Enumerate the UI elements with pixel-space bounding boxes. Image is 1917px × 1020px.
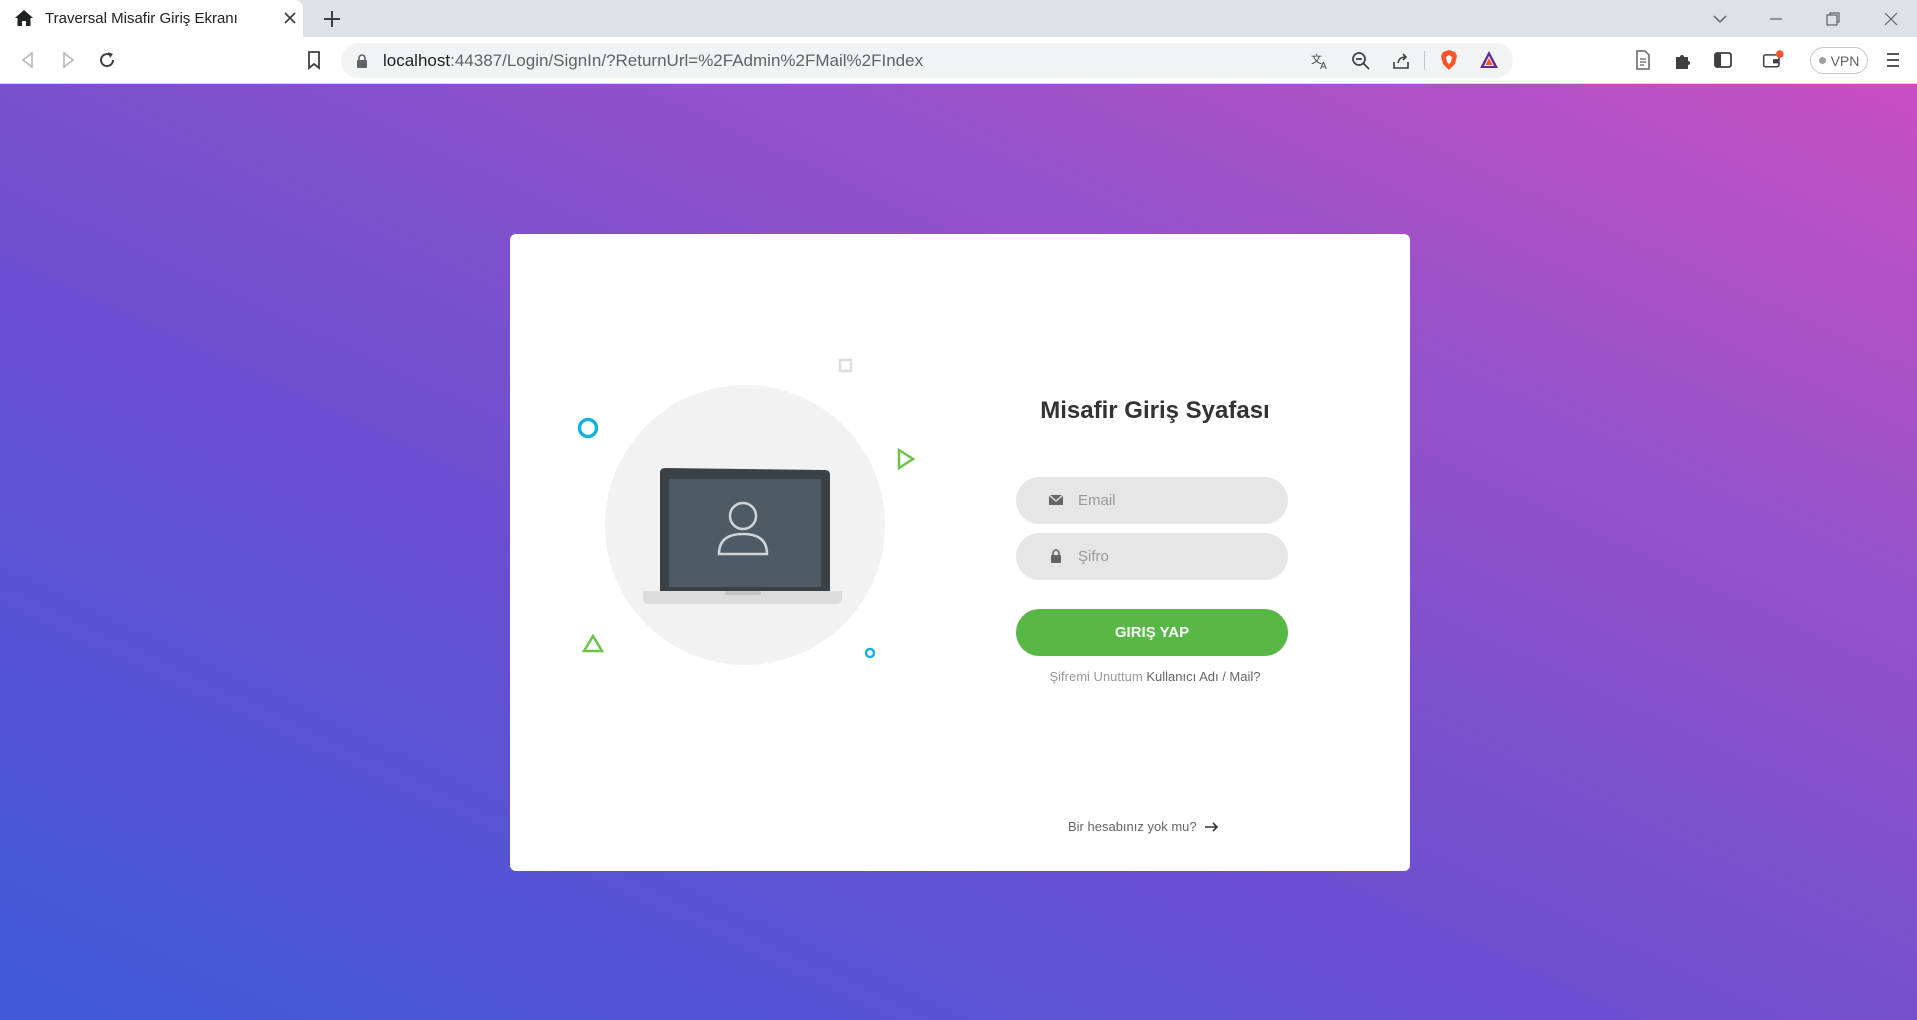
decor-ring-small (864, 647, 876, 659)
signup-label: Bir hesabınız yok mu? (1068, 819, 1197, 834)
sidebar-icon[interactable] (1712, 49, 1734, 71)
extensions-icon[interactable] (1672, 49, 1694, 71)
wallet-icon[interactable] (1762, 49, 1784, 71)
forgot-prefix: Şifremi Unuttum (1049, 669, 1143, 684)
signup-link[interactable]: Bir hesabınız yok mu? (1068, 819, 1219, 834)
brave-shields-icon[interactable] (1438, 49, 1460, 71)
url-text: localhost:44387/Login/SignIn/?ReturnUrl=… (383, 51, 924, 70)
restore-icon[interactable] (1822, 8, 1844, 30)
decor-triangle-right (897, 447, 916, 471)
vpn-label: VPN (1830, 52, 1860, 69)
decor-square (838, 358, 853, 373)
address-bar[interactable]: localhost:44387/Login/SignIn/?ReturnUrl=… (341, 43, 1513, 78)
menu-icon[interactable] (1882, 49, 1904, 71)
svg-text:A: A (1320, 61, 1327, 72)
decor-triangle-up (581, 633, 605, 653)
envelope-icon (1048, 494, 1064, 505)
email-field[interactable] (1016, 477, 1288, 524)
new-tab-icon[interactable] (321, 8, 343, 30)
arrow-right-icon (1204, 821, 1218, 832)
forgot-link[interactable]: Kullanıcı Adı / Mail? (1146, 669, 1260, 684)
login-button[interactable]: GIRIŞ YAP (1016, 609, 1288, 656)
vpn-button[interactable]: VPN (1810, 47, 1868, 74)
email-input[interactable] (1078, 477, 1278, 524)
forgot-credentials: Şifremi Unuttum Kullanıcı Adı / Mail? (980, 669, 1330, 684)
login-illustration (577, 358, 916, 665)
home-icon (15, 10, 33, 26)
close-window-icon[interactable] (1880, 8, 1902, 30)
browser-tab[interactable]: Traversal Misafir Giriş Ekranı (0, 0, 303, 37)
zoom-out-icon[interactable] (1350, 50, 1372, 72)
bookmark-icon[interactable] (303, 49, 325, 71)
reload-icon[interactable] (96, 49, 118, 71)
minimize-icon[interactable] (1765, 8, 1787, 30)
decor-ring-large (577, 417, 599, 439)
tab-search-chevron-icon[interactable] (1709, 8, 1731, 30)
vpn-status-dot (1818, 57, 1826, 64)
brave-rewards-icon[interactable] (1478, 49, 1500, 71)
lock-icon (1051, 549, 1061, 563)
browser-tab-bar: Traversal Misafir Giriş Ekranı (0, 0, 1917, 37)
translate-icon[interactable]: 文 A (1309, 50, 1331, 72)
browser-toolbar: localhost:44387/Login/SignIn/?ReturnUrl=… (0, 37, 1917, 84)
page-background: Misafir Giriş Syafası GIRIŞ YAP Şifremi … (0, 84, 1917, 1020)
forward-icon[interactable] (57, 49, 79, 71)
tab-title: Traversal Misafir Giriş Ekranı (45, 10, 238, 27)
login-card: Misafir Giriş Syafası GIRIŞ YAP Şifremi … (510, 234, 1410, 871)
login-heading: Misafir Giriş Syafası (1040, 397, 1270, 424)
lock-icon (357, 54, 367, 68)
password-field[interactable] (1016, 533, 1288, 580)
reader-mode-icon[interactable] (1632, 49, 1654, 71)
close-tab-icon[interactable] (281, 9, 299, 27)
laptop-notch (725, 591, 761, 595)
back-icon[interactable] (17, 49, 39, 71)
share-icon[interactable] (1390, 50, 1412, 72)
omnibox-divider (1424, 51, 1425, 70)
password-input[interactable] (1078, 533, 1278, 580)
